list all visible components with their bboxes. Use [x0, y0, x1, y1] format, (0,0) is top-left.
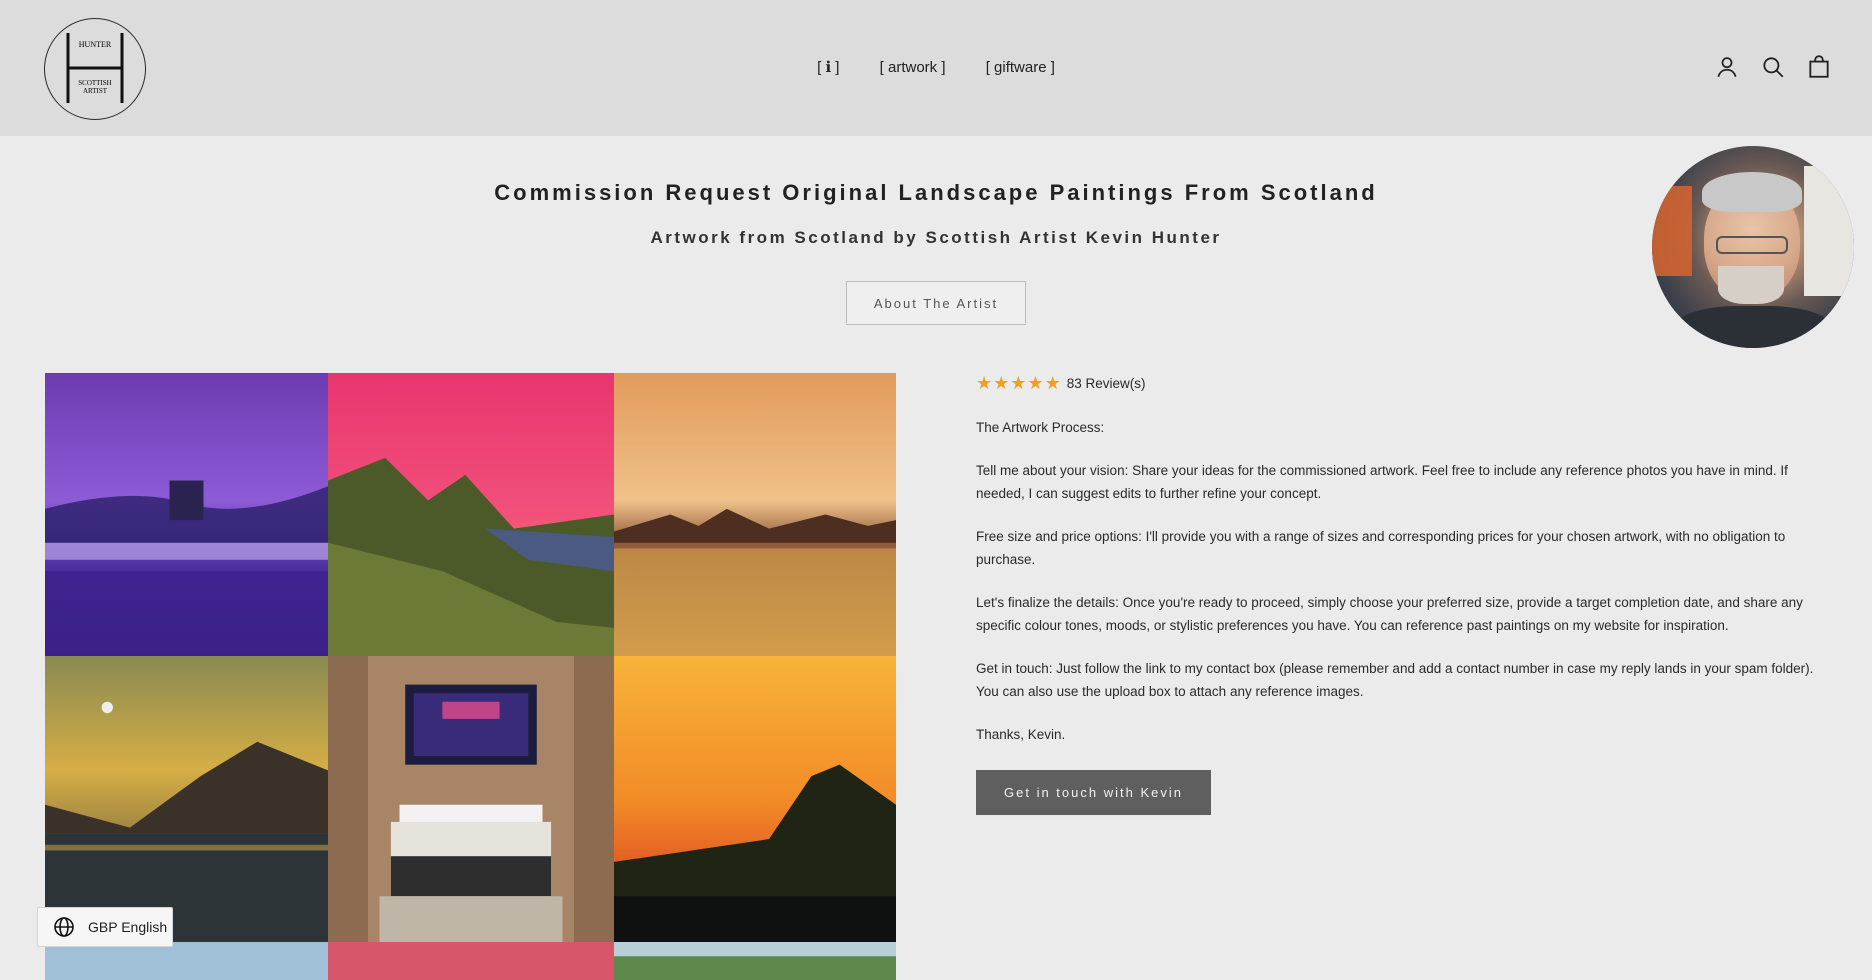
artwork-gallery [45, 373, 896, 980]
contact-kevin-button[interactable]: Get in touch with Kevin [976, 770, 1211, 815]
process-vision: Tell me about your vision: Share your id… [976, 463, 1788, 501]
star-icon: ★ [993, 373, 1010, 393]
commission-details: ★ ★ ★ ★ ★ 83 Review(s) The Artwork Proce… [976, 372, 1826, 815]
painting-purple-castle[interactable] [45, 373, 328, 656]
process-details: Let's finalize the details: Once you're … [976, 595, 1803, 633]
about-artist-button[interactable]: About The Artist [846, 281, 1026, 325]
reviews-count: 83 Review(s) [1066, 375, 1146, 391]
star-icon: ★ [1044, 373, 1061, 393]
reviews-summary[interactable]: ★ ★ ★ ★ ★ 83 Review(s) [976, 372, 1826, 394]
process-heading: The Artwork Process: [976, 420, 1105, 435]
artist-video-bubble[interactable] [1652, 146, 1854, 348]
star-icon: ★ [1010, 373, 1027, 393]
currency-selector[interactable]: GBP English [37, 907, 173, 947]
nav-info[interactable]: [ ℹ ] [817, 58, 839, 76]
signoff: Thanks, Kevin. [976, 727, 1066, 742]
process-pricing: Free size and price options: I'll provid… [976, 529, 1786, 567]
page-subtitle: Artwork from Scotland by Scottish Artist… [650, 228, 1222, 247]
painting-green-trees[interactable] [614, 942, 896, 980]
star-icon: ★ [1027, 373, 1044, 393]
logo-text-1: HUNTER [79, 40, 112, 49]
site-header: HUNTER SCOTTISH ARTIST [ ℹ ] [ artwork ]… [0, 0, 1872, 136]
page-title: Commission Request Original Landscape Pa… [494, 180, 1378, 205]
process-contact: Get in touch: Just follow the link to my… [976, 661, 1814, 699]
painting-blue-sky[interactable] [45, 942, 328, 980]
painting-pink-glen[interactable] [328, 373, 614, 656]
header-actions [1714, 54, 1832, 80]
nav-giftware[interactable]: [ giftware ] [986, 59, 1055, 76]
painting-red-sky[interactable] [328, 942, 614, 980]
painting-gold-loch[interactable] [614, 373, 896, 656]
nav-artwork[interactable]: [ artwork ] [880, 59, 946, 76]
painting-sunset-hill[interactable] [614, 656, 896, 942]
bedroom-mockup[interactable] [328, 656, 614, 942]
logo-text-3: ARTIST [83, 87, 108, 95]
currency-label: GBP English [88, 919, 168, 935]
painting-moon-glen[interactable] [45, 656, 328, 942]
globe-icon [54, 917, 74, 937]
search-icon[interactable] [1760, 54, 1786, 80]
star-rating: ★ ★ ★ ★ ★ [976, 374, 1061, 392]
cart-icon[interactable] [1806, 54, 1832, 80]
main-nav: [ ℹ ] [ artwork ] [ giftware ] [0, 58, 1872, 76]
star-icon: ★ [976, 373, 993, 393]
logo-text-2: SCOTTISH [78, 79, 111, 87]
account-icon[interactable] [1714, 54, 1740, 80]
